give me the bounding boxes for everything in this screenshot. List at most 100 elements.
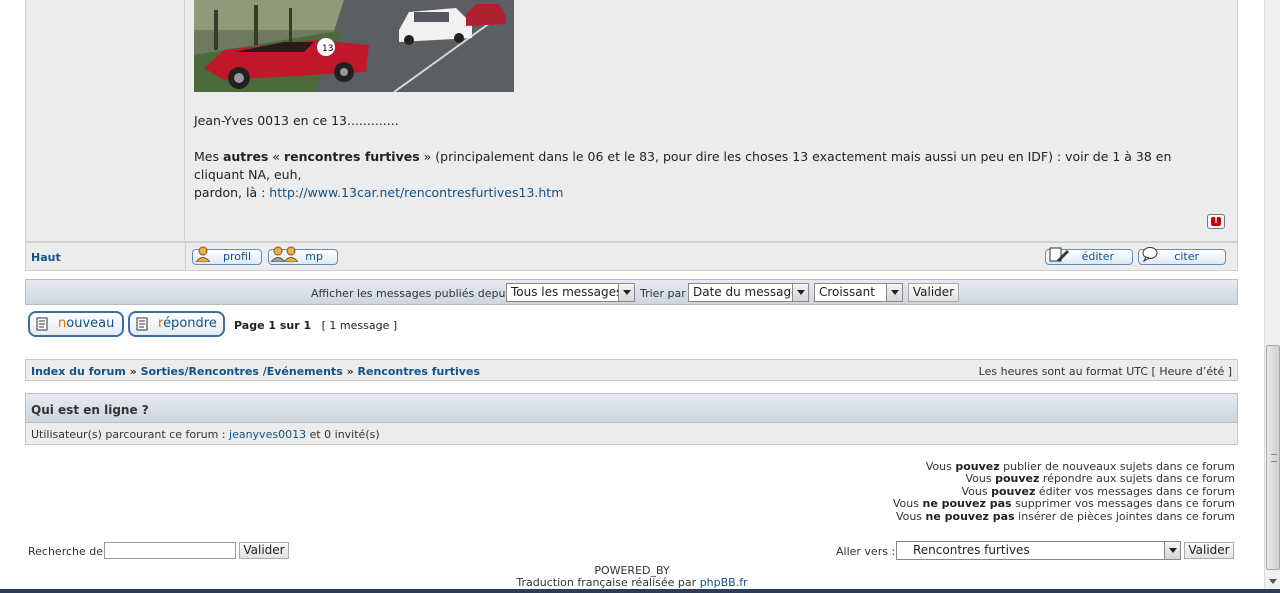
new-topic-label: ouveau [66, 316, 115, 331]
vertical-scrollbar[interactable] [1264, 0, 1280, 593]
message-count: [ 1 message ] [321, 319, 398, 332]
post-message: Jean-Yves 0013 en ce 13............. Mes… [194, 112, 1224, 220]
report-glyph: ! [1211, 217, 1221, 226]
edit-label: éditer [1081, 250, 1114, 263]
pm-label: mp [305, 250, 323, 263]
text-fragment: publier de nouveaux sujets dans ce forum [999, 460, 1235, 473]
order-value: Croissant [819, 285, 875, 299]
phpbb-fr-link[interactable]: phpBB.fr [700, 576, 748, 589]
chevron-down-icon [886, 284, 902, 301]
reply-button[interactable]: répondre [128, 311, 225, 337]
reply-label: épondre [163, 316, 217, 331]
search-label: Recherche de: [28, 545, 107, 558]
report-post-icon[interactable]: ! [1207, 214, 1225, 229]
breadcrumb-forum[interactable]: Rencontres furtives [358, 365, 480, 378]
text-fragment: Traduction française réalisée par [516, 576, 700, 589]
text-fragment: « [268, 149, 284, 164]
edit-button[interactable]: éditer [1045, 247, 1133, 265]
bold-fragment: ne pouvez pas [922, 497, 1012, 511]
post-line-2: Mes autres « rencontres furtives » (prin… [194, 148, 1224, 202]
jump-submit-button[interactable]: Valider [1184, 542, 1234, 559]
post-author-column [26, 0, 185, 242]
profile-label: profil [223, 250, 251, 263]
page-number: Page 1 sur 1 [234, 319, 312, 332]
online-suffix: et 0 invité(s) [306, 428, 380, 441]
user-icon [195, 246, 211, 262]
sort-label: Trier par [640, 287, 686, 300]
text-fragment: supprimer vos messages dans ce forum [1011, 497, 1235, 511]
text-fragment: éditer vos messages dans ce forum [1035, 484, 1235, 498]
svg-text:13: 13 [322, 44, 333, 54]
jump-value: Rencontres furtives [913, 543, 1030, 557]
filter-submit-button[interactable]: Valider [908, 283, 959, 302]
post-photo[interactable]: 13 [194, 0, 514, 92]
new-topic-label-first: n [58, 316, 67, 331]
breadcrumb-bar: Index du forum » Sorties/Rencontres /Evé… [25, 359, 1238, 381]
breadcrumb-separator: » [346, 365, 354, 378]
sort-select[interactable]: Date du message [688, 283, 809, 302]
sort-value: Date du message [693, 285, 799, 299]
breadcrumb: Index du forum » Sorties/Rencontres /Evé… [31, 365, 480, 378]
permission-line: Vous ne pouvez pas insérer de pièces joi… [893, 509, 1235, 523]
since-label: Afficher les messages publiés depuis : [311, 287, 522, 300]
quote-label: citer [1174, 250, 1199, 263]
chevron-down-icon [618, 284, 634, 301]
car-photo-image: 13 [194, 0, 514, 92]
bold-fragment: pouvez [955, 460, 1000, 473]
timezone-info: Les heures sont au format UTC [ Heure d’… [978, 365, 1232, 378]
chevron-down-icon [792, 284, 808, 301]
since-value: Tous les messages [511, 285, 623, 299]
permissions-list: Vous pouvez publier de nouveaux sujets d… [892, 460, 1235, 523]
bold-fragment: pouvez [991, 484, 1036, 498]
chevron-down-icon [1164, 542, 1180, 559]
online-user-link[interactable]: jeanyves0013 [229, 428, 306, 441]
breadcrumb-separator: » [129, 365, 137, 378]
online-prefix: Utilisateur(s) parcourant ce forum : [31, 428, 230, 441]
bold-fragment: pouvez [995, 472, 1040, 486]
breadcrumb-category[interactable]: Sorties/Rencontres /Evénements [141, 365, 343, 378]
text-fragment: répondre aux sujets dans ce forum [1039, 472, 1235, 486]
private-message-button[interactable]: mp [268, 246, 338, 265]
display-filter-bar: Afficher les messages publiés depuis : T… [25, 279, 1238, 305]
text-fragment: Vous [965, 472, 996, 486]
document-icon [36, 317, 48, 331]
since-select[interactable]: Tous les messages [506, 283, 635, 302]
grip-icon [1271, 454, 1277, 462]
edit-pencil-icon [1049, 247, 1069, 262]
quote-button[interactable]: citer [1138, 247, 1226, 265]
text-fragment: Vous [895, 509, 926, 523]
bold-fragment: ne pouvez pas [925, 509, 1015, 523]
search-input[interactable] [104, 542, 236, 559]
bold-fragment: rencontres furtives [283, 149, 420, 164]
text-fragment: insérer de pièces jointes dans ce forum [1014, 509, 1235, 523]
scroll-down-icon[interactable] [1265, 573, 1280, 589]
users-icon [271, 246, 299, 262]
text-fragment: Vous [925, 460, 956, 473]
back-to-top-link[interactable]: Haut [31, 251, 61, 264]
text-fragment: pardon, là : [194, 185, 270, 200]
rencontres-link[interactable]: http://www.13car.net/rencontresfurtives1… [269, 185, 563, 200]
taskbar [0, 589, 1280, 593]
pagination-info: Page 1 sur 1 [ 1 message ] [234, 319, 397, 332]
translation-credit: Traduction française réalisée par phpBB.… [0, 577, 1264, 589]
document-icon [136, 317, 148, 331]
text-fragment: Mes [194, 149, 223, 164]
post-line-1: Jean-Yves 0013 en ce 13............. [194, 113, 399, 128]
profile-button[interactable]: profil [192, 246, 262, 265]
post-footer: Haut profil mp éditer citer [25, 242, 1238, 271]
speech-bubble-icon [1142, 247, 1158, 262]
scrollbar-thumb[interactable] [1266, 345, 1280, 570]
who-is-online-body: Utilisateur(s) parcourant ce forum : jea… [25, 423, 1238, 445]
text-fragment: Vous [892, 497, 923, 511]
jump-label: Aller vers : [836, 545, 896, 558]
search-submit-button[interactable]: Valider [239, 542, 289, 559]
new-topic-button[interactable]: nouveau [28, 311, 124, 337]
jump-forum-select[interactable]: Rencontres furtives [896, 541, 1181, 560]
who-is-online-title: Qui est en ligne ? [25, 393, 1238, 423]
breadcrumb-index[interactable]: Index du forum [31, 365, 126, 378]
post-body: 13 Jean-Yves 0013 en ce 13............. … [25, 0, 1238, 242]
divider [185, 243, 186, 270]
order-select[interactable]: Croissant [814, 283, 903, 302]
footer: POWERED_BY Traduction française réalisée… [0, 565, 1264, 589]
bold-fragment: autres [222, 149, 269, 164]
